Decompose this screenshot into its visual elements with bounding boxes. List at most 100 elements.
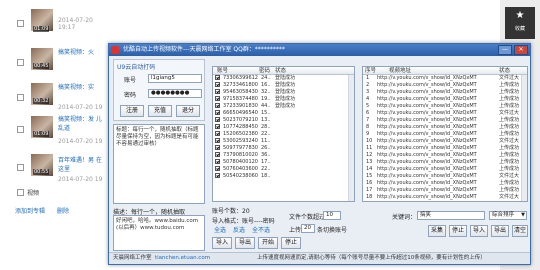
video-checkbox[interactable] [17, 164, 24, 171]
video-url-row[interactable]: 16 http://v.youku.com/v_show/id_XNzQxMT 上传… [363, 180, 527, 187]
import-videos-button[interactable]: 导入 [470, 225, 488, 237]
video-url-row[interactable]: 4 http://v.youku.com/v_show/id_XNzQxMT 上传成… [363, 96, 527, 103]
videos-scrollbar[interactable] [521, 75, 527, 201]
col-no[interactable]: 序号 [365, 67, 376, 75]
stop-collect-button[interactable]: 停止 [449, 225, 467, 237]
video-url-row[interactable]: 11 http://v.youku.com/v_show/id_XNzQxMT 上传… [363, 145, 527, 152]
video-checkbox[interactable] [17, 94, 24, 101]
favorite-button[interactable]: ★ 收藏 [505, 7, 535, 39]
refund-button[interactable]: 退分 [176, 105, 200, 117]
export-videos-button[interactable]: 导出 [491, 225, 509, 237]
recharge-button[interactable]: 充值 [148, 105, 172, 117]
start-button[interactable]: 开始 [258, 237, 278, 249]
collect-button[interactable]: 采集 [428, 225, 446, 237]
account-input[interactable]: l1giang5 [148, 74, 202, 83]
account-checkbox[interactable] [215, 145, 220, 150]
col-video-status[interactable]: 状态 [499, 67, 510, 75]
account-checkbox[interactable] [215, 138, 220, 143]
video-title[interactable]: 搞笑视频：发 儿乱道 [58, 114, 106, 132]
account-row[interactable]: 66650496540 15.. [213, 110, 354, 117]
video-url-row[interactable]: 6 http://v.youku.com/v_show/id_XNzQxMT 文件过… [363, 110, 527, 117]
invert-selection-link[interactable]: 反选 [233, 225, 245, 234]
account-checkbox[interactable] [215, 89, 220, 94]
video-url-row[interactable]: 1 http://v.youku.com/v_show/id_XNzQxMT 文件过… [363, 75, 527, 82]
video-url-row[interactable]: 7 http://v.youku.com/v_show/id_XNzQxMT 上传成… [363, 117, 527, 124]
video-url-cell: http://v.youku.com/v_show/id_XNzQxMT [377, 194, 477, 200]
import-accounts-button[interactable]: 导入 [212, 237, 232, 249]
video-url-row[interactable]: 17 http://v.youku.com/v_show/id_XNzQxMT 上传… [363, 187, 527, 194]
video-url-row[interactable]: 10 http://v.youku.com/v_show/id_XNzQxMT 文件… [363, 138, 527, 145]
account-checkbox[interactable] [215, 96, 220, 101]
account-row[interactable]: 37233901830 44.. 登陆成功 [213, 103, 354, 110]
video-title[interactable]: 百年难遇！男 在这里 [58, 155, 106, 173]
account-row[interactable]: 97158374480 19.. 登陆成功 [213, 96, 354, 103]
upload-count-input[interactable]: 20 [301, 224, 315, 233]
account-checkbox[interactable] [215, 159, 220, 164]
window-titlebar[interactable]: 优酷自动上传视频软件---天晨网络工作室 QQ群：********** — ✕ [109, 44, 530, 56]
stop-upload-button[interactable]: 停止 [281, 237, 301, 249]
account-checkbox[interactable] [215, 117, 220, 122]
account-checkbox[interactable] [215, 166, 220, 171]
account-row[interactable]: 50780400120 17.. [213, 159, 354, 166]
account-row[interactable]: 32733461800 16.. 登陆成功 [213, 82, 354, 89]
col-account[interactable]: 账号 [217, 67, 228, 75]
account-checkbox[interactable] [215, 75, 220, 80]
password-input[interactable]: ●●●●●●●● [148, 89, 202, 98]
account-checkbox[interactable] [215, 82, 220, 87]
col-status[interactable]: 状态 [275, 67, 286, 75]
title-textarea[interactable]: 标题：每行一个，随机抽取（标题尽量保持为空，因为标题是有可能不容易通过审核） [113, 124, 205, 204]
video-url-row[interactable]: 12 http://v.youku.com/v_show/id_XNzQxMT 上传… [363, 152, 527, 159]
account-checkbox[interactable] [215, 152, 220, 157]
video-url-row[interactable]: 18 http://v.youku.com/v_show/id_XNzQxMT 文件… [363, 194, 527, 201]
account-row[interactable]: 73790810020 36.. [213, 152, 354, 159]
account-cell: 50977977830 [223, 145, 258, 151]
account-checkbox[interactable] [215, 173, 220, 178]
video-checkbox[interactable] [17, 126, 24, 133]
file-threshold-input[interactable]: 10 [323, 211, 341, 220]
account-row[interactable]: 50237079210 13.. [213, 117, 354, 124]
export-accounts-button[interactable]: 导出 [235, 237, 255, 249]
account-row[interactable]: 50540238060 18.. [213, 173, 354, 180]
close-button[interactable]: ✕ [514, 45, 528, 55]
account-checkbox[interactable] [215, 124, 220, 129]
account-row[interactable]: 73306399612 24.. 登陆成功 [213, 75, 354, 82]
studio-site-link[interactable]: tianchen.etuan.com [155, 253, 210, 264]
video-checkbox[interactable] [17, 20, 24, 27]
select-all-checkbox[interactable] [17, 189, 24, 196]
keyword-input[interactable]: 搞笑 [417, 211, 485, 220]
video-url-row[interactable]: 2 http://v.youku.com/v_show/id_XNzQxMT 上传成… [363, 82, 527, 89]
video-status-cell: 上传成功 [499, 124, 520, 130]
account-row[interactable]: 15206502380 22.. [213, 131, 354, 138]
register-button[interactable]: 注册 [120, 105, 144, 117]
video-url-row[interactable]: 15 http://v.youku.com/v_show/id_XNzQxMT 文件… [363, 173, 527, 180]
password-cell: 13.. [261, 117, 271, 123]
account-checkbox[interactable] [215, 103, 220, 108]
video-title[interactable]: 搞笑视频：火 [58, 47, 94, 56]
account-row[interactable]: 53002593240 11.. [213, 138, 354, 145]
sort-select[interactable]: 综合排序 ▼ [489, 211, 527, 220]
video-url-row[interactable]: 5 http://v.youku.com/v_show/id_XNzQxMT 上传成… [363, 103, 527, 110]
account-row[interactable]: 10774288450 28.. [213, 124, 354, 131]
select-none-link[interactable]: 全不选 [252, 225, 270, 234]
video-url-row[interactable]: 9 http://v.youku.com/v_show/id_XNzQxMT 上传成… [363, 131, 527, 138]
clear-videos-button[interactable]: 清空 [512, 225, 528, 237]
delete-link[interactable]: 删除 [57, 206, 69, 215]
description-textarea[interactable]: 好闲吧，哈哈。www.baidu.com (以后再）www.tudou.com [113, 215, 205, 251]
video-title[interactable]: 搞笑视频：实 [58, 82, 94, 91]
video-url-row[interactable]: 14 http://v.youku.com/v_show/id_XNzQxMT 上传… [363, 166, 527, 173]
video-url-row[interactable]: 13 http://v.youku.com/v_show/id_XNzQxMT 上传… [363, 159, 527, 166]
minimize-button[interactable]: — [498, 45, 512, 55]
video-url-row[interactable]: 8 http://v.youku.com/v_show/id_XNzQxMT 上传成… [363, 124, 527, 131]
video-checkbox[interactable] [17, 59, 24, 66]
col-url[interactable]: 视频地址 [389, 67, 411, 75]
account-row[interactable]: 50977977830 26.. [213, 145, 354, 152]
account-row[interactable]: 95463058430 32.. 登陆成功 [213, 89, 354, 96]
col-password[interactable]: 密码 [259, 67, 270, 75]
account-checkbox[interactable] [215, 131, 220, 136]
account-checkbox[interactable] [215, 110, 220, 115]
select-all-link[interactable]: 全选 [214, 225, 226, 234]
add-to-album-link[interactable]: 添加到专辑 [15, 206, 45, 215]
video-url-row[interactable]: 3 http://v.youku.com/v_show/id_XNzQxMT 上传成… [363, 89, 527, 96]
accounts-scrollbar[interactable] [348, 75, 354, 201]
account-row[interactable]: 50760403600 22.. [213, 166, 354, 173]
